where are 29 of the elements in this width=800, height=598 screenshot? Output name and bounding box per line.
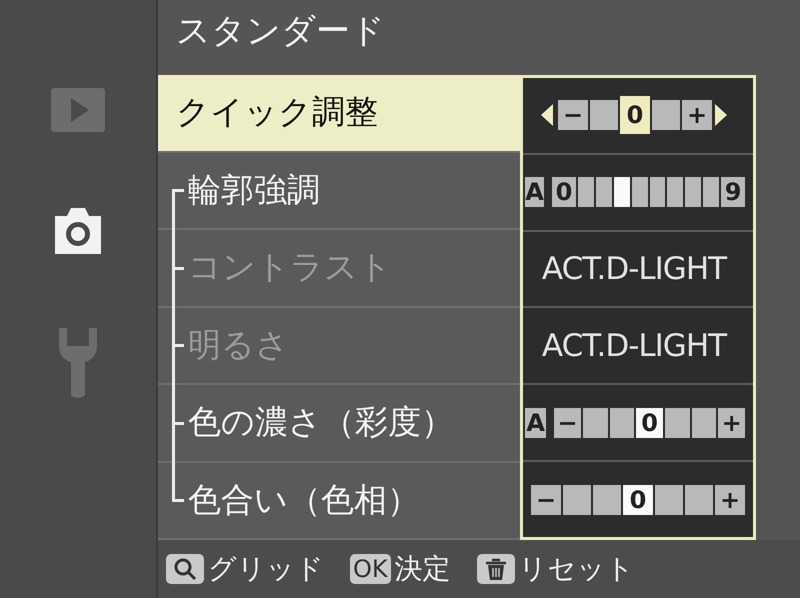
scale-label: 0 [636,408,663,438]
play-icon[interactable] [51,88,105,132]
scale-label: − [558,100,588,130]
scale-label: − [531,484,561,515]
menu-item[interactable]: 輪郭強調 [158,152,520,230]
footer-hint: グリッド [208,551,324,587]
zoom-key-icon [166,554,204,584]
left-arrow-icon [541,104,553,126]
right-arrow-icon [715,104,727,126]
footer-hint: リセット [518,551,635,587]
value-text: ACT.D-LIGHT [542,328,726,364]
auto-label: A [525,408,546,438]
scale-label: 0 [552,177,576,208]
scale-label: + [682,100,712,130]
scale-label: 9 [721,177,745,208]
menu-item[interactable]: 色合い（色相） [158,462,520,540]
auto-label: A [524,177,544,208]
scale-label: + [715,484,745,515]
scale-label: − [554,408,581,438]
scale-label: + [718,408,745,438]
scale-label: 0 [623,484,653,515]
trash-key-icon [476,554,515,584]
value-text: ACT.D-LIGHT [542,251,726,288]
ok-key: OK [350,554,391,584]
scale-label: 0 [620,96,650,134]
menu-item[interactable]: クイック調整 [158,75,520,152]
screen-title: スタンダード [175,10,386,53]
menu-item[interactable]: 色の濃さ（彩度） [158,385,520,462]
footer-hint: 決定 [394,551,451,587]
